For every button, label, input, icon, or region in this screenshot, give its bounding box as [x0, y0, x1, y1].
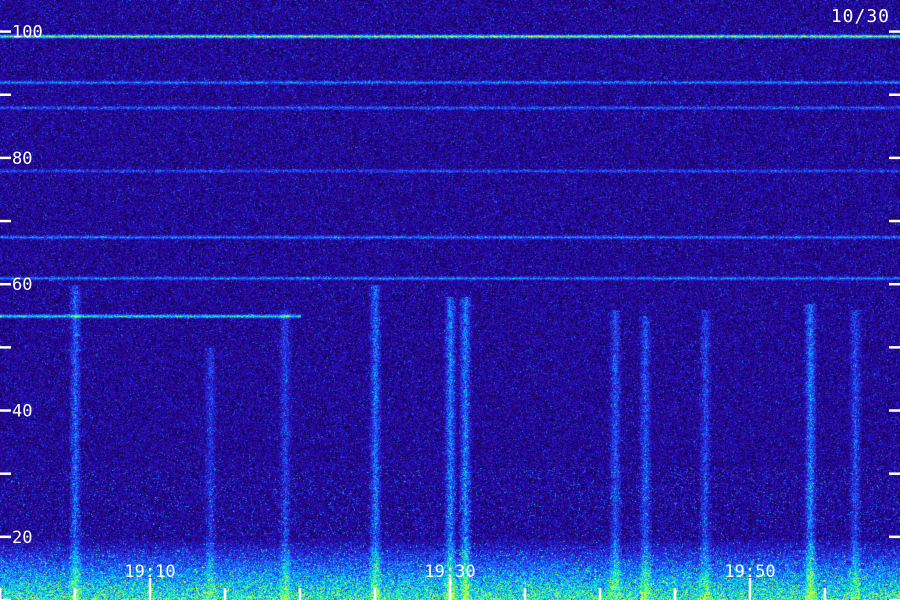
x-tick-label: 19:10 — [124, 562, 175, 582]
y-axis-right — [889, 30, 900, 600]
date-label: 10/30 — [830, 6, 890, 27]
y-tick-label: 40 — [12, 402, 32, 422]
y-tick-label: 20 — [12, 528, 32, 548]
y-tick-label: 60 — [12, 275, 32, 295]
x-axis: 19:10 19:30 19:50 — [0, 562, 827, 600]
spectrogram-axes: 20 40 60 80 100 19:10 19:30 19:50 — [0, 23, 900, 600]
y-axis-left: 20 40 60 80 100 — [0, 23, 43, 600]
y-tick-label: 100 — [12, 23, 43, 43]
y-tick-label: 80 — [12, 149, 32, 169]
x-tick-label: 19:30 — [424, 562, 475, 582]
x-tick-label: 19:50 — [724, 562, 775, 582]
